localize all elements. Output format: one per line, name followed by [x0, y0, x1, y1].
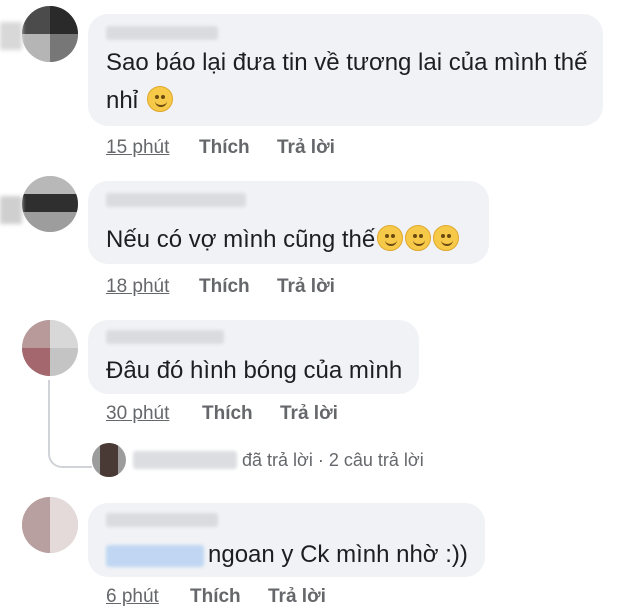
- timestamp-link[interactable]: 18 phút: [106, 276, 169, 298]
- avatar[interactable]: [22, 176, 78, 232]
- relieved-face-icon: [377, 225, 404, 251]
- reply-button[interactable]: Trả lời: [277, 137, 335, 159]
- view-replies-link[interactable]: đã trả lời · 2 câu trả lời: [242, 450, 424, 471]
- timestamp-link[interactable]: 15 phút: [106, 137, 169, 159]
- avatar[interactable]: [22, 6, 78, 62]
- author-name-redacted[interactable]: [106, 330, 224, 344]
- comment-text-line: nhỉ: [106, 87, 139, 114]
- reply-thread-line: [48, 380, 92, 468]
- replied-label: đã trả lời: [242, 450, 313, 470]
- reply-count: · 2 câu trả lời: [317, 450, 424, 470]
- relieved-face-icon: [433, 225, 460, 251]
- reply-button[interactable]: Trả lời: [277, 276, 335, 298]
- slightly-smiling-face-icon: [146, 86, 173, 112]
- comment-text: nhỉ: [106, 83, 173, 119]
- relieved-face-icon: [405, 225, 432, 251]
- avatar[interactable]: [22, 497, 78, 553]
- comment-text-line: Nếu có vợ mình cũng thế: [106, 226, 376, 253]
- avatar[interactable]: [22, 320, 78, 376]
- reply-button[interactable]: Trả lời: [268, 586, 326, 608]
- like-button[interactable]: Thích: [199, 276, 250, 298]
- like-button[interactable]: Thích: [202, 403, 253, 425]
- comment-text: Nếu có vợ mình cũng thế: [106, 222, 460, 258]
- like-button[interactable]: Thích: [199, 137, 250, 159]
- blurred-edge: [0, 196, 22, 224]
- comment-text: Sao báo lại đưa tin về tương lai của mìn…: [106, 49, 588, 76]
- mention-redacted[interactable]: [106, 545, 204, 567]
- reply-avatar[interactable]: [92, 443, 126, 477]
- author-name-redacted[interactable]: [106, 26, 218, 40]
- timestamp-link[interactable]: 6 phút: [106, 586, 159, 608]
- like-button[interactable]: Thích: [190, 586, 241, 608]
- reply-button[interactable]: Trả lời: [280, 403, 338, 425]
- author-name-redacted[interactable]: [106, 513, 218, 527]
- timestamp-link[interactable]: 30 phút: [106, 403, 169, 425]
- reply-author-redacted[interactable]: [133, 451, 237, 469]
- author-name-redacted[interactable]: [106, 193, 246, 207]
- comment-text: Đâu đó hình bóng của mình: [106, 357, 403, 384]
- blurred-edge: [0, 22, 22, 50]
- comment-text: ngoan y Ck mình nhờ :)): [208, 541, 468, 568]
